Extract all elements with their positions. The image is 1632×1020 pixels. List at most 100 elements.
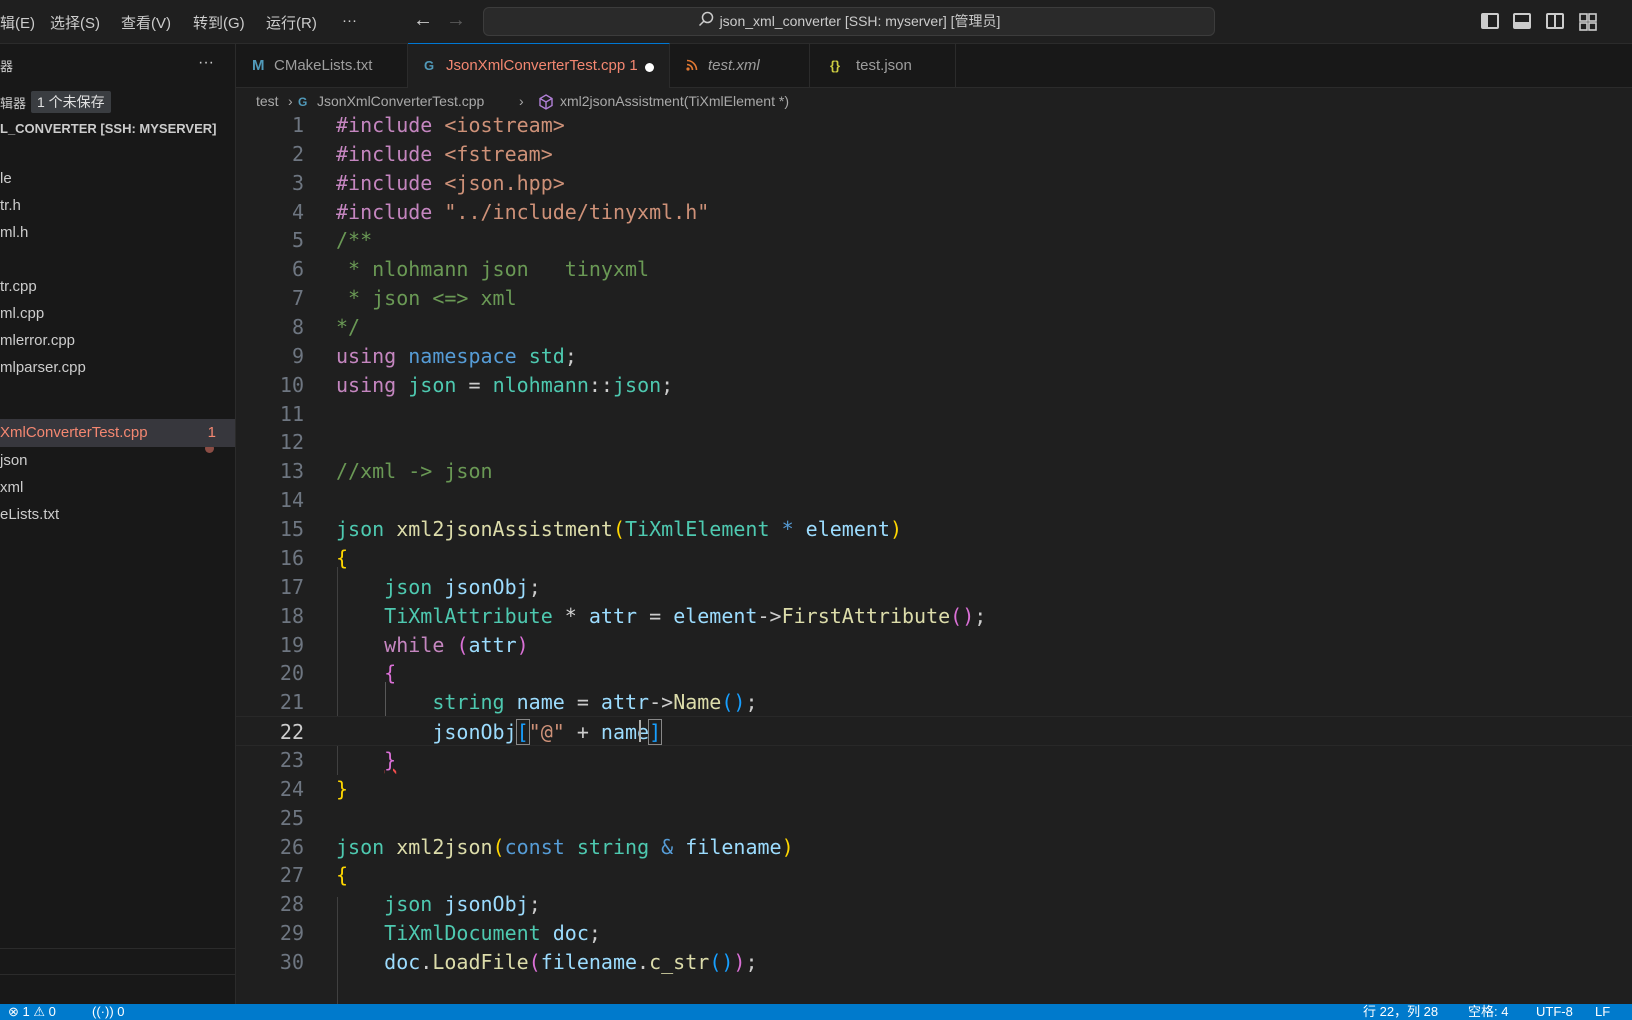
file-item[interactable]: le: [0, 165, 235, 192]
eol-status[interactable]: LF: [1595, 1004, 1610, 1020]
file-label: le: [0, 170, 12, 187]
code-line: 14: [279, 488, 304, 512]
breadcrumb-file[interactable]: JsonXmlConverterTest.cpp: [317, 93, 484, 109]
code-line: 30 doc.LoadFile(filename.c_str());: [279, 950, 758, 974]
file-label: json: [0, 452, 28, 469]
code-line: 20 {: [279, 661, 397, 685]
sidebar-divider: [0, 974, 235, 975]
workspace-title[interactable]: L_CONVERTER [SSH: MYSERVER]: [0, 121, 216, 136]
tab-jsonxmlconvertertest[interactable]: G JsonXmlConverterTest.cpp 1: [408, 43, 670, 88]
command-center-text: json_xml_converter [SSH: myserver] [管理员]: [719, 13, 1001, 29]
file-item[interactable]: mlerror.cpp: [0, 327, 235, 354]
customize-layout-icon[interactable]: [1579, 13, 1597, 36]
code-line: 18 TiXmlAttribute * attr = element->Firs…: [279, 604, 987, 628]
back-arrow-icon[interactable]: ←: [413, 9, 433, 32]
encoding-status[interactable]: UTF-8: [1536, 1004, 1573, 1020]
editor-tab-bar: M CMakeLists.txt G JsonXmlConverterTest.…: [236, 43, 1632, 88]
file-label: eLists.txt: [0, 506, 60, 523]
tab-label: JsonXmlConverterTest.cpp 1: [446, 57, 638, 74]
file-label: XmlConverterTest.cpp: [0, 424, 148, 441]
menu-view[interactable]: 查看(V): [121, 12, 171, 33]
code-line: 19 while (attr): [279, 633, 529, 657]
code-line: 5/**: [291, 228, 373, 252]
code-line: 25: [279, 806, 304, 830]
cursor-position-status[interactable]: 行 22，列 28: [1363, 1004, 1438, 1020]
rss-xml-file-icon: [686, 44, 698, 88]
code-line: 16{: [279, 546, 349, 570]
menu-selection[interactable]: 选择(S): [50, 12, 100, 33]
menu-go[interactable]: 转到(G): [193, 12, 245, 33]
explorer-more-button[interactable]: ···: [198, 54, 214, 72]
file-item[interactable]: ml.cpp: [0, 300, 235, 327]
text-cursor: [639, 720, 641, 742]
code-line: 3 #include <json.hpp>: [291, 171, 565, 195]
code-line: 15 json xml2jsonAssistment(TiXmlElement *…: [279, 517, 902, 541]
code-line: 21 string name = attr->Name();: [279, 690, 758, 714]
title-bar: 辑(E) 选择(S) 查看(V) 转到(G) 运行(R) ··· ← → jso…: [0, 0, 1632, 44]
tab-cmakelists[interactable]: M CMakeLists.txt: [236, 44, 408, 88]
file-item[interactable]: mlparser.cpp: [0, 354, 235, 381]
code-line: 7 * json <=> xml: [291, 286, 517, 310]
file-item[interactable]: xml: [0, 474, 235, 501]
forward-arrow-icon[interactable]: →: [446, 9, 466, 32]
broadcast-icon: ((·)): [92, 1004, 114, 1019]
menu-more-button[interactable]: ···: [342, 12, 357, 29]
command-center-search[interactable]: json_xml_converter [SSH: myserver] [管理员]: [483, 7, 1215, 36]
toggle-primary-sidebar-icon[interactable]: [1481, 13, 1499, 29]
toggle-secondary-sidebar-icon[interactable]: [1546, 13, 1564, 29]
code-line: 24}: [279, 777, 349, 801]
indentation-status[interactable]: 空格: 4: [1468, 1004, 1508, 1020]
file-label: tr.h: [0, 197, 21, 214]
json-file-icon: {}: [830, 58, 841, 73]
cpp-file-icon: G: [424, 58, 435, 73]
open-editors-label[interactable]: 辑器: [0, 93, 26, 112]
file-item[interactable]: tr.cpp: [0, 273, 235, 300]
code-line: 23 }: [279, 748, 397, 772]
file-item-active[interactable]: XmlConverterTest.cpp 1: [0, 419, 235, 447]
status-bar: ⊗ 1 ⚠ 0 ((·)) 0 行 22，列 28 空格: 4 UTF-8 LF: [0, 1004, 1632, 1020]
unsaved-badge: 1 个未保存: [31, 91, 111, 113]
code-line: 12: [279, 430, 304, 454]
menu-run[interactable]: 运行(R): [266, 12, 317, 33]
tab-problem-count: 1: [629, 57, 638, 74]
code-line: 27{: [279, 863, 349, 887]
ports-status[interactable]: ((·)) 0: [92, 1004, 125, 1020]
menu-edit[interactable]: 辑(E): [0, 12, 35, 33]
problems-status[interactable]: ⊗ 1 ⚠ 0: [8, 1004, 56, 1020]
file-label: tr.cpp: [0, 278, 37, 295]
code-line: 6 * nlohmann json tinyxml: [291, 257, 650, 281]
toggle-panel-icon[interactable]: [1513, 13, 1531, 29]
chevron-right-icon: ›: [288, 93, 293, 109]
file-label: xml: [0, 479, 24, 496]
breadcrumb: test › G JsonXmlConverterTest.cpp › xml2…: [236, 88, 1632, 116]
tab-label: test.xml: [708, 57, 760, 74]
code-line: 28 json jsonObj;: [279, 892, 541, 916]
code-line: 29 TiXmlDocument doc;: [279, 921, 601, 945]
file-label: mlparser.cpp: [0, 359, 86, 376]
cmake-file-icon: M: [252, 57, 265, 74]
file-item[interactable]: tr.h: [0, 192, 235, 219]
file-label: ml.cpp: [0, 305, 45, 322]
unsaved-dot-icon[interactable]: [645, 63, 654, 72]
tab-label: CMakeLists.txt: [274, 57, 373, 74]
chevron-right-icon: ›: [519, 93, 524, 109]
file-item[interactable]: eLists.txt: [0, 501, 235, 528]
cpp-file-icon: G: [298, 95, 308, 109]
code-line: 13//xml -> json: [279, 459, 493, 483]
tab-test-json[interactable]: {} test.json: [810, 44, 956, 88]
problem-count: 1: [207, 424, 216, 441]
file-item[interactable]: ml.h: [0, 219, 235, 246]
breadcrumb-folder[interactable]: test: [256, 93, 279, 109]
code-line: 17 json jsonObj;: [279, 575, 541, 599]
file-label: ml.h: [0, 224, 29, 241]
code-line: 11: [279, 402, 304, 426]
tab-label: test.json: [856, 57, 912, 74]
explorer-sidebar: 器 ··· 辑器 1 个未保存 L_CONVERTER [SSH: MYSERV…: [0, 44, 236, 1004]
breadcrumb-symbol[interactable]: xml2jsonAssistment(TiXmlElement *): [560, 93, 789, 109]
file-item[interactable]: json: [0, 447, 235, 474]
code-editor[interactable]: 1 #include <iostream> 2 #include <fstream>…: [236, 116, 1632, 1004]
search-icon: [698, 9, 714, 36]
code-line: 2 #include <fstream>: [291, 142, 553, 166]
code-line: 10 using json = nlohmann::json;: [279, 373, 674, 397]
tab-test-xml[interactable]: test.xml: [670, 44, 810, 88]
